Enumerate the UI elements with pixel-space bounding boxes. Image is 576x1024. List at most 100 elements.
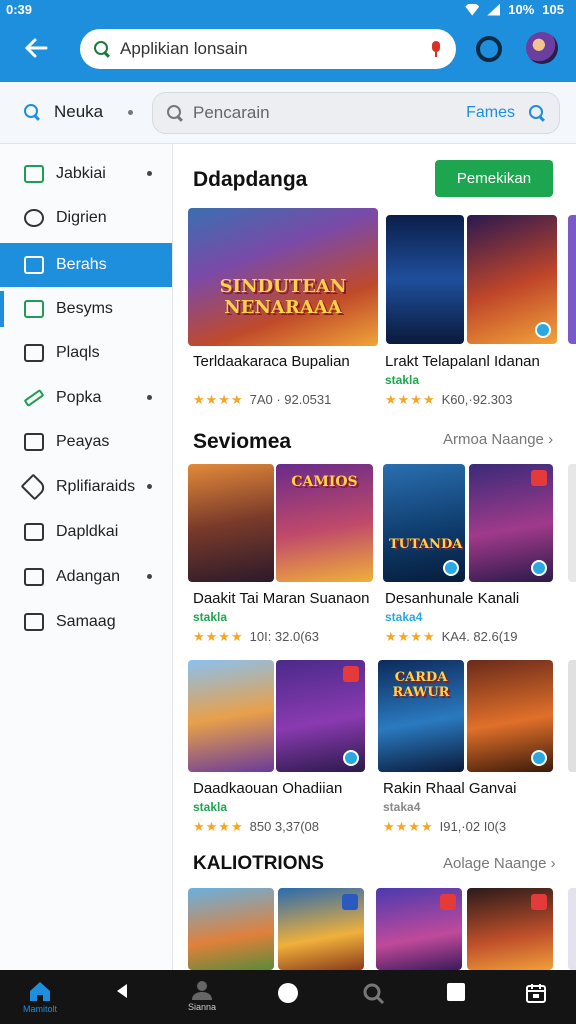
game-rating: ★★★★ KA4. 82.6(19 [385,629,518,644]
fames-link[interactable]: Fames [466,104,515,122]
dot-icon [147,484,152,489]
sidebar-item-rplifiaraids[interactable]: Rplifiaraids [0,465,172,509]
next-tile-peek [568,464,576,582]
sidebar-item-digrien[interactable]: Digrien [0,196,172,240]
next-tile-peek [568,215,576,344]
nav-profile[interactable]: Sianna [184,980,220,1016]
next-tile-peek [568,660,576,772]
nav-search[interactable] [356,982,392,1018]
microphone-icon[interactable] [430,41,442,57]
sidebar-item-label: Samaag [56,613,116,630]
sidebar-item-label: Jabkiai [56,165,106,182]
nav-back[interactable] [104,982,140,1018]
search-input[interactable]: Pencarain Fames [152,92,560,134]
section-title: Seviomea [193,430,292,453]
install-badge-icon [531,750,547,766]
install-badge-icon [443,560,459,576]
section-title: KALIOTRIONS [193,853,324,874]
nav-home-circle[interactable] [270,982,306,1018]
nav-calendar[interactable] [518,982,554,1018]
see-more-link[interactable]: Aolage Naange › [443,855,556,872]
game-tile[interactable]: CARDA RAWUR [378,660,464,772]
avatar[interactable] [526,32,558,64]
trend-icon [24,300,44,318]
ad-badge-icon [531,470,547,486]
game-logo: CARDA RAWUR [392,670,450,700]
game-tile[interactable] [386,215,464,344]
game-logo: SINDUTEAN NENARAAA [219,276,347,318]
sidebar-item-plaqls[interactable]: Plaqls [0,331,172,375]
search-submit-icon[interactable] [529,105,545,121]
game-title: Rakin Rhaal Ganvai [383,780,517,797]
dot-icon [147,395,152,400]
sidebar-item-label: Besyms [56,300,113,317]
battery-text: 10% [508,2,535,17]
game-tile[interactable] [278,888,364,970]
game-title: Desanhunale Kanali [385,590,520,607]
search-icon [24,104,40,120]
game-title: Daadkaouan Ohadiian [193,780,343,797]
game-tile[interactable] [188,660,274,772]
sidebar-item-jabkiai[interactable]: Jabkiai [0,152,172,196]
game-rating: ★★★★ K60,·92.303 [385,392,513,407]
circle-home-icon [278,983,298,1003]
nav-profile-label: Sianna [187,1002,217,1012]
sidebar-item-berahs[interactable]: Berahs [0,243,172,287]
game-tile[interactable]: CAMIOS [276,464,373,582]
game-title: Daakit Tai Maran Suanaon [193,590,370,607]
search-person-icon [24,209,44,227]
sidebar-item-besyms[interactable]: Besyms [0,287,172,331]
game-tile[interactable] [467,888,553,970]
sidebar-item-peayas[interactable]: Peayas [0,420,172,464]
install-badge-icon [343,750,359,766]
game-rating: ★★★★ 10I: 32.0(63 [193,629,320,644]
toolbar-row: Neuka Pencarain Fames [0,82,576,144]
sidebar-item-dapldkai[interactable]: Dapldkai [0,510,172,554]
sidebar-item-label: Adangan [56,568,121,585]
sidebar-item-samaag[interactable]: Samaag [0,600,172,644]
inbox-icon [24,613,44,631]
game-logo: CAMIOS [291,474,358,490]
game-tile[interactable] [376,888,462,970]
nav-home[interactable]: Mamitolt [22,980,58,1016]
wifi-icon [465,3,480,16]
see-more-link[interactable]: Armoa Naange › [443,431,553,448]
menu-dot-icon [128,110,133,115]
game-rating: ★★★★ 850 3,37(08 [193,819,320,834]
person-box-icon [24,433,44,451]
sidebar-item-popka[interactable]: Popka [0,376,172,420]
game-tile[interactable] [467,215,557,344]
chart-icon [24,256,44,274]
game-tile[interactable] [188,464,274,582]
search-icon [167,105,183,121]
badge-icon [342,894,358,910]
pemekikan-button[interactable]: Pemekikan [435,160,553,197]
search-placeholder: Pencarain [193,103,270,122]
game-rating: ★★★★ I91,·02 I0(3 [383,819,507,834]
account-circle-icon[interactable] [476,36,502,62]
sidebar-item-label: Plaqls [56,344,100,361]
sidebar-item-label: Popka [56,389,102,406]
game-tile[interactable] [469,464,553,582]
ad-badge-icon [440,894,456,910]
bottom-navigation: Mamitolt Sianna [0,970,576,1024]
nav-recents[interactable] [438,982,474,1018]
game-tile[interactable] [467,660,553,772]
game-tile[interactable] [188,888,274,970]
game-tile[interactable]: TUTANDA [383,464,465,582]
game-tile[interactable] [276,660,365,772]
sidebar-item-label: Berahs [56,256,107,273]
calendar-icon [24,523,44,541]
app-bar: 0:39 10% 105 Applikian lonsain [0,0,576,82]
neuka-selector[interactable]: Neuka [24,102,133,122]
search-icon [94,41,110,57]
back-arrow-icon[interactable] [20,32,52,64]
sidebar-item-adangan[interactable]: Adangan [0,555,172,599]
ad-badge-icon [531,894,547,910]
pencil-icon [23,388,45,408]
app-search-field[interactable]: Applikian lonsain [80,29,456,69]
dot-icon [147,171,152,176]
game-tile[interactable]: SINDUTEAN NENARAAA [188,208,378,346]
person-icon [192,981,212,1000]
back-triangle-icon [117,984,127,998]
